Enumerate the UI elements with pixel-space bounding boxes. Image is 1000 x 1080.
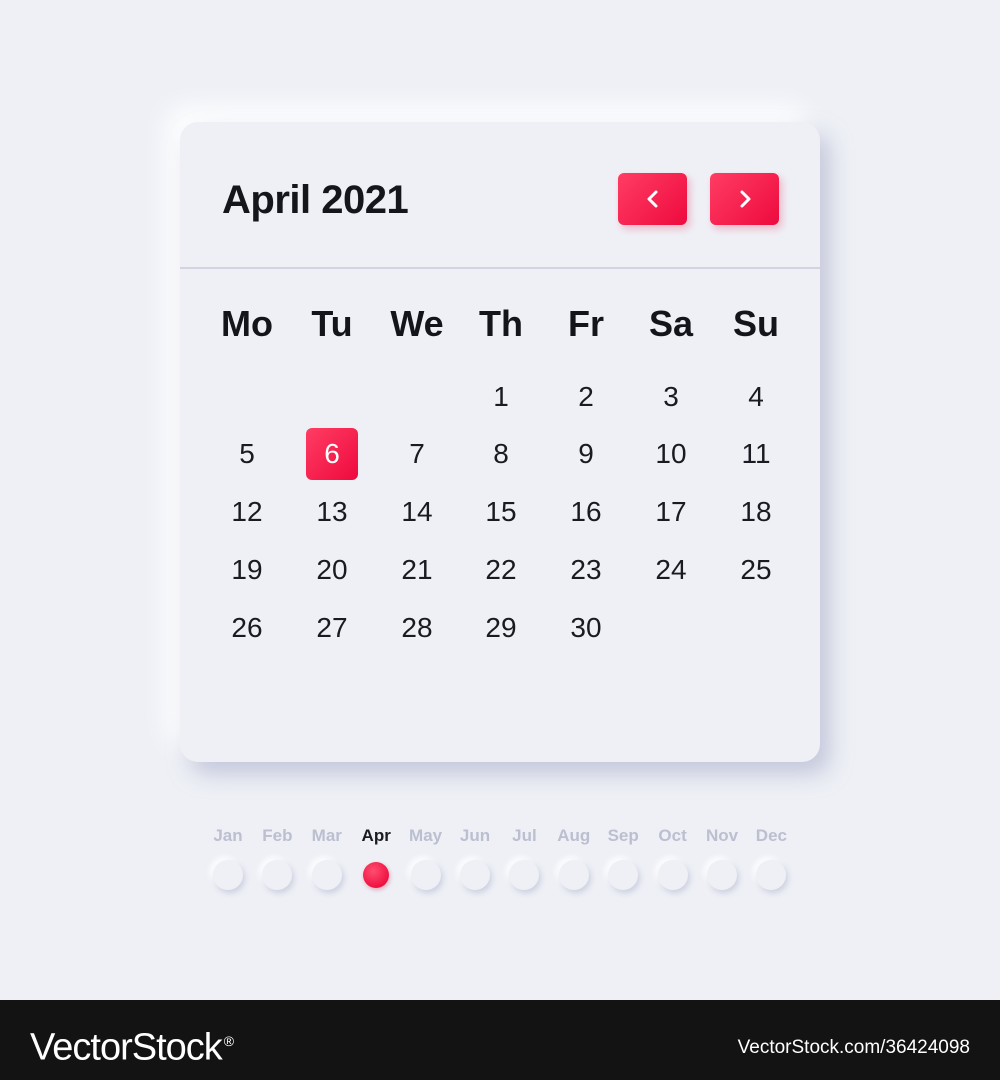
- day-cell[interactable]: 2: [560, 371, 612, 423]
- day-cell[interactable]: 19: [221, 544, 273, 596]
- day-cell[interactable]: 29: [475, 602, 527, 654]
- month-dot[interactable]: [509, 860, 540, 890]
- month-label: May: [409, 826, 443, 845]
- month-dot-active[interactable]: [363, 862, 390, 888]
- month-label: Dec: [755, 826, 787, 845]
- day-cell[interactable]: 11: [730, 428, 782, 480]
- month-label: Jun: [459, 826, 491, 845]
- month-dot[interactable]: [410, 860, 441, 890]
- day-cell[interactable]: 27: [306, 602, 358, 654]
- day-cell[interactable]: 18: [730, 486, 782, 538]
- day-cell[interactable]: 7: [391, 428, 443, 480]
- days-grid: 1 2 3 4 5 6 7 8 9 10 11 12 13 14 15 16 17 18 19 20 21 22 23 24 2…: [180, 122, 820, 762]
- day-cell[interactable]: 17: [645, 486, 697, 538]
- watermark-image-code: VectorStock.com/36424098: [737, 1037, 970, 1058]
- month-dot[interactable]: [262, 860, 293, 890]
- day-cell[interactable]: 14: [391, 486, 443, 538]
- month-label: Mar: [311, 826, 342, 845]
- day-cell[interactable]: 30: [560, 602, 612, 654]
- day-cell[interactable]: 13: [306, 486, 358, 538]
- day-cell[interactable]: 26: [221, 602, 273, 654]
- watermark-brand: VectorStock: [30, 1026, 223, 1069]
- day-cell[interactable]: 20: [306, 544, 358, 596]
- day-cell[interactable]: 3: [645, 371, 697, 423]
- day-cell[interactable]: 22: [475, 544, 527, 596]
- month-dot[interactable]: [311, 860, 342, 890]
- watermark-logo: VectorStock ®: [30, 1018, 234, 1071]
- day-cell[interactable]: 5: [221, 428, 273, 480]
- month-dot[interactable]: [460, 860, 490, 890]
- month-label: Feb: [262, 826, 293, 845]
- month-dot[interactable]: [707, 860, 737, 890]
- day-cell[interactable]: 23: [560, 544, 612, 596]
- month-label: Aug: [557, 826, 591, 845]
- background: April 2021 Mo Tu We Th Fr Sa Su 12345678…: [0, 0, 1000, 1000]
- month-label: Jan: [213, 826, 243, 845]
- month-selector: Jan Feb Mar Apr May Jun Jul Aug Sep Oct Nov Dec: [0, 820, 1000, 900]
- day-cell[interactable]: 9: [560, 428, 612, 480]
- month-label: Sep: [607, 826, 639, 845]
- day-cell[interactable]: 10: [645, 428, 697, 480]
- day-cell[interactable]: 25: [730, 544, 782, 596]
- month-dot[interactable]: [558, 860, 589, 890]
- month-label: Apr: [361, 826, 391, 845]
- day-cell[interactable]: 1: [475, 371, 527, 423]
- watermark-bar: VectorStock ® VectorStock.com/36424098: [0, 1000, 1000, 1080]
- month-dot[interactable]: [213, 860, 243, 890]
- day-cell[interactable]: 8: [475, 428, 527, 480]
- day-cell-selected[interactable]: 6: [306, 428, 358, 480]
- calendar-card: April 2021 Mo Tu We Th Fr Sa Su 12345678…: [180, 122, 820, 762]
- day-cell[interactable]: 21: [391, 544, 443, 596]
- month-label: Nov: [705, 826, 739, 845]
- day-cell[interactable]: 4: [730, 371, 782, 423]
- day-cell[interactable]: 16: [560, 486, 612, 538]
- watermark-registered-mark: ®: [223, 1033, 234, 1049]
- day-cell[interactable]: 12: [221, 486, 273, 538]
- month-dot[interactable]: [657, 860, 688, 890]
- day-cell[interactable]: 15: [475, 486, 527, 538]
- month-label: Jul: [512, 826, 537, 845]
- month-label: Oct: [658, 826, 687, 845]
- day-cell[interactable]: 28: [391, 602, 443, 654]
- month-dot[interactable]: [756, 860, 787, 890]
- month-dot[interactable]: [608, 860, 639, 890]
- day-cell[interactable]: 24: [645, 544, 697, 596]
